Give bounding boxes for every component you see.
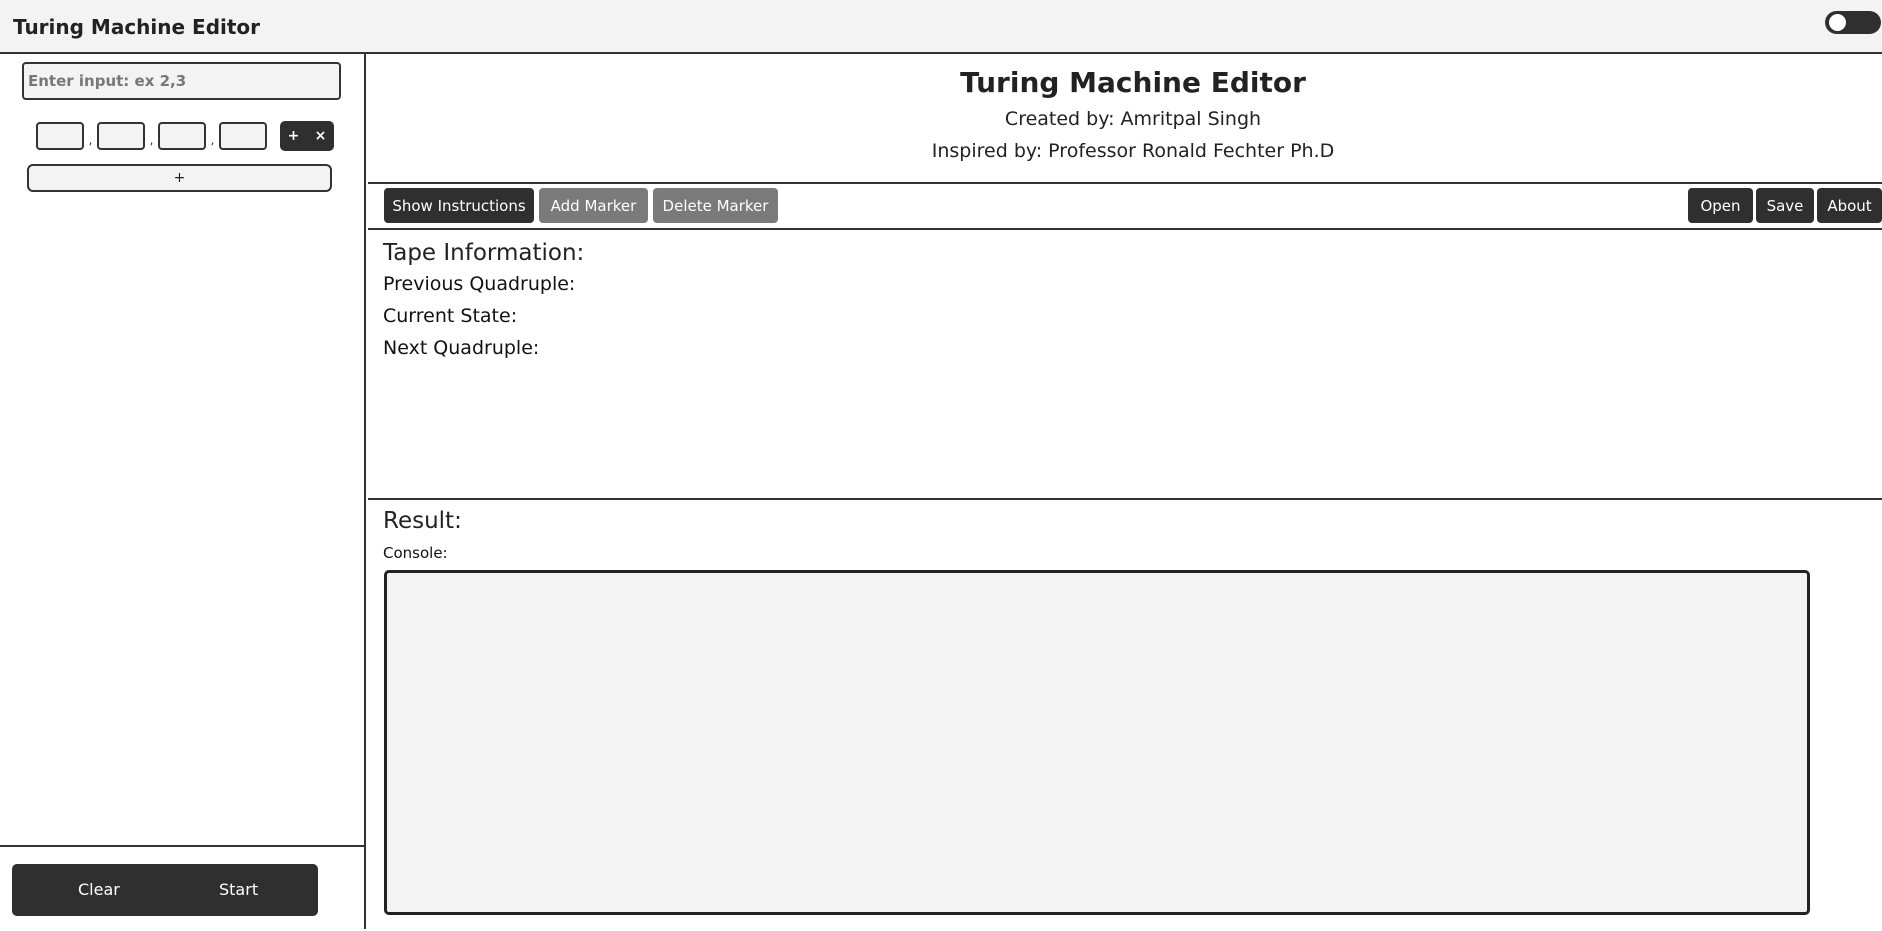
open-button[interactable]: Open — [1688, 188, 1753, 223]
created-by-text: Created by: Amritpal Singh — [1004, 108, 1262, 130]
quadruple-row: , , , + × — [36, 121, 334, 151]
quadruple-actions: + × — [280, 121, 334, 151]
run-controls: Clear Start — [12, 864, 318, 916]
quadruple-field-4[interactable] — [219, 122, 267, 150]
sidebar: , , , + × + Clear Start — [0, 54, 366, 929]
current-state-label: Current State: — [383, 305, 518, 327]
tape-input-field[interactable] — [22, 62, 341, 100]
delete-marker-button[interactable]: Delete Marker — [653, 188, 778, 223]
top-bar: Turing Machine Editor — [0, 0, 1882, 54]
insert-quadruple-button[interactable]: + — [288, 128, 300, 144]
about-button[interactable]: About — [1817, 188, 1882, 223]
toggle-knob — [1829, 14, 1846, 31]
clear-button[interactable]: Clear — [78, 880, 120, 899]
result-heading: Result: — [383, 508, 462, 534]
app-title: Turing Machine Editor — [13, 15, 261, 39]
quadruple-separator: , — [210, 133, 215, 147]
show-instructions-button[interactable]: Show Instructions — [384, 188, 534, 223]
result-panel: Result: Console: — [368, 500, 1882, 929]
remove-quadruple-button[interactable]: × — [315, 128, 327, 144]
quadruple-field-1[interactable] — [36, 122, 84, 150]
add-marker-button[interactable]: Add Marker — [539, 188, 648, 223]
main-panel: Turing Machine Editor Created by: Amritp… — [368, 54, 1882, 929]
next-quadruple-label: Next Quadruple: — [383, 337, 540, 359]
console-label: Console: — [383, 544, 448, 562]
tape-information-heading: Tape Information: — [383, 240, 585, 266]
inspired-by-text: Inspired by: Professor Ronald Fechter Ph… — [931, 140, 1335, 162]
sidebar-footer: Clear Start — [0, 845, 364, 931]
start-button[interactable]: Start — [219, 880, 258, 899]
save-button[interactable]: Save — [1756, 188, 1814, 223]
toolbar: Show Instructions Add Marker Delete Mark… — [368, 184, 1882, 230]
console-output[interactable] — [384, 570, 1810, 915]
previous-quadruple-label: Previous Quadruple: — [383, 273, 576, 295]
quadruple-field-3[interactable] — [158, 122, 206, 150]
quadruple-field-2[interactable] — [97, 122, 145, 150]
page-title: Turing Machine Editor — [960, 66, 1306, 99]
theme-toggle[interactable] — [1825, 11, 1881, 34]
quadruple-separator: , — [88, 133, 93, 147]
tape-information-panel: Tape Information: Previous Quadruple: Cu… — [368, 230, 1882, 500]
quadruple-separator: , — [149, 133, 154, 147]
add-quadruple-button[interactable]: + — [27, 164, 332, 192]
page-header: Turing Machine Editor Created by: Amritp… — [368, 54, 1882, 184]
